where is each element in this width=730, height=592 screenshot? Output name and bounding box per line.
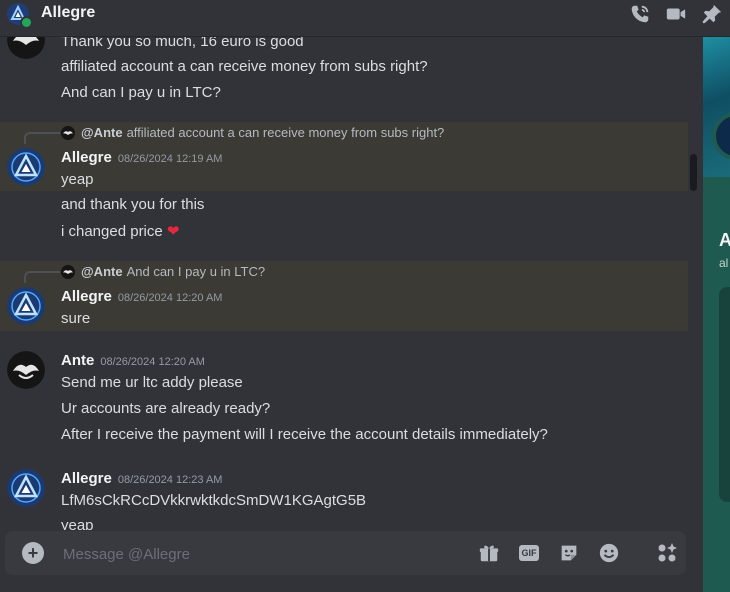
author-name[interactable]: Ante [61, 352, 94, 369]
message-group[interactable]: Allegre 08/26/2024 12:23 AM LfM6sCkRCcDVk… [0, 465, 688, 530]
message-group-highlighted[interactable]: @Ante And can I pay u in LTC? Allegre 08/… [0, 261, 688, 331]
message-text: i changed price [61, 223, 163, 240]
reply-connector [24, 132, 60, 144]
ante-avatar[interactable] [7, 351, 45, 389]
chat-scrollbar[interactable] [690, 37, 698, 530]
message-list[interactable]: Thank you so much, 16 euro is good affil… [0, 37, 688, 530]
message-timestamp: 08/26/2024 12:20 AM [117, 292, 223, 304]
message-text: LfM6sCkRCcDVkkrwktkdcSmDW1KGAgtG5B [61, 492, 367, 509]
ante-mini-avatar [61, 125, 75, 140]
allegre-avatar[interactable] [7, 469, 45, 507]
message-timestamp: 08/26/2024 12:20 AM [100, 356, 205, 368]
reply-text: And can I pay u in LTC? [126, 264, 266, 279]
allegre-avatar[interactable] [7, 148, 45, 186]
sticker-icon[interactable] [557, 541, 581, 565]
message-text: and thank you for this [61, 196, 205, 213]
heart-emoji: ❤ [166, 223, 180, 240]
author-name[interactable]: Allegre [61, 149, 112, 166]
message-text: Thank you so much, 16 euro is good [61, 37, 304, 50]
author-name[interactable]: Allegre [61, 288, 112, 305]
online-status-dot [20, 16, 33, 29]
gif-label: GIF [519, 545, 539, 561]
author-name[interactable]: Allegre [61, 470, 112, 487]
ante-mini-avatar [61, 264, 75, 279]
scroll-thumb[interactable] [690, 154, 697, 191]
message-continuation[interactable]: and thank you for this i changed price ❤ [0, 191, 688, 251]
message-timestamp: 08/26/2024 12:19 AM [117, 153, 223, 165]
message-text: yeap [61, 171, 94, 188]
message-text: Send me ur ltc addy please [61, 374, 243, 391]
ante-avatar[interactable] [7, 37, 45, 59]
dm-title[interactable]: Allegre [41, 4, 95, 22]
video-camera-icon[interactable] [658, 0, 694, 27]
message-text: affiliated account a can receive money f… [61, 58, 428, 75]
message-group[interactable]: Ante 08/26/2024 12:20 AM Send me ur ltc a… [0, 347, 688, 447]
phone-call-icon[interactable] [622, 0, 658, 27]
profile-panel: A al [703, 37, 730, 592]
message-group[interactable]: Thank you so much, 16 euro is good affil… [0, 37, 688, 109]
profile-card [719, 287, 730, 502]
message-text: After I receive the payment will I recei… [61, 426, 548, 443]
message-text: yeap [61, 517, 94, 530]
profile-username: al [719, 256, 729, 270]
message-text: sure [61, 310, 91, 327]
reply-mention[interactable]: @Ante [81, 125, 123, 140]
pin-icon[interactable] [694, 0, 730, 27]
message-text: Ur accounts are already ready? [61, 400, 271, 417]
reply-mention[interactable]: @Ante [81, 264, 123, 279]
gif-icon[interactable]: GIF [517, 541, 541, 565]
gift-icon[interactable] [477, 541, 501, 565]
message-text: And can I pay u in LTC? [61, 84, 221, 101]
message-group-highlighted[interactable]: @Ante affiliated account a can receive m… [0, 122, 688, 191]
add-icon[interactable]: + [22, 542, 44, 564]
apps-icon[interactable] [655, 541, 679, 565]
allegre-avatar[interactable] [7, 287, 45, 325]
profile-name: A [719, 230, 730, 250]
message-composer: + GIF [5, 531, 686, 575]
reply-preview[interactable]: @Ante affiliated account a can receive m… [61, 125, 444, 140]
dm-header: Allegre [0, 0, 730, 37]
reply-text: affiliated account a can receive money f… [126, 125, 445, 140]
reply-preview[interactable]: @Ante And can I pay u in LTC? [61, 264, 265, 279]
message-input[interactable] [61, 541, 465, 567]
reply-connector [24, 271, 60, 283]
message-timestamp: 08/26/2024 12:23 AM [117, 474, 223, 486]
emoji-icon[interactable] [597, 541, 621, 565]
